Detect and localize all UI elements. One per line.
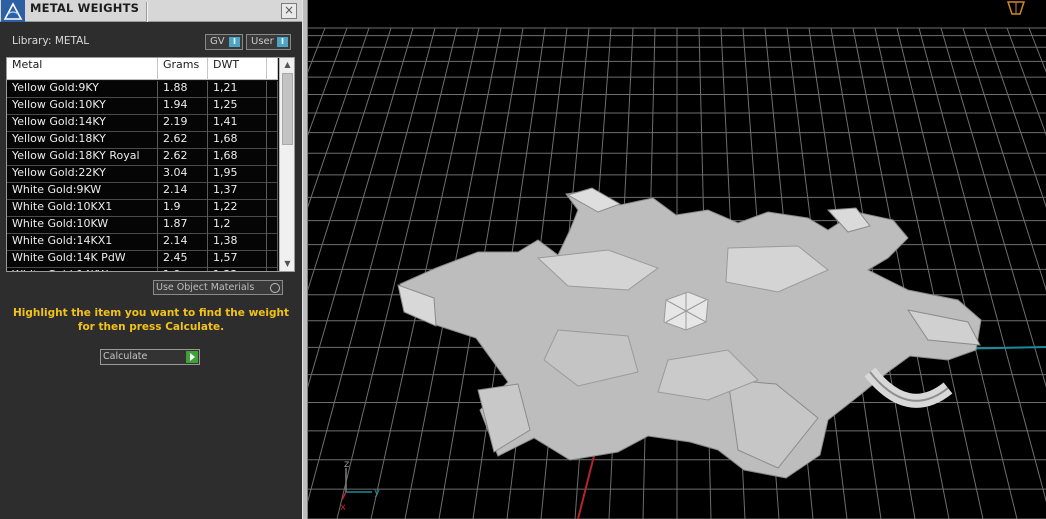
use-object-materials-option[interactable]: Use Object Materials xyxy=(153,280,283,295)
row-spacer-cell xyxy=(267,166,278,183)
x-axis-label: x xyxy=(340,502,346,513)
grams-cell: 1.87 xyxy=(158,217,208,234)
row-spacer-cell xyxy=(267,81,278,98)
gv-toggle[interactable]: GV I xyxy=(205,34,243,50)
dwt-cell: 1,68 xyxy=(208,132,267,149)
metal-cell: White Gold:10KX1 xyxy=(7,200,158,217)
3d-viewport[interactable]: z y x xyxy=(308,0,1046,519)
table-scrollbar[interactable]: ▲ ▼ xyxy=(279,58,294,271)
table-row[interactable]: White Gold:14KX1 2.14 1,38 xyxy=(7,234,278,251)
row-spacer-cell xyxy=(267,115,278,132)
row-spacer-cell xyxy=(267,98,278,115)
view-cube-icon[interactable] xyxy=(1006,1,1026,15)
dwt-cell: 1,57 xyxy=(208,251,267,268)
user-toggle-indicator-icon: I xyxy=(277,37,288,47)
scroll-thumb[interactable] xyxy=(282,73,293,145)
viewport-scene: z y x xyxy=(308,1,1046,519)
grams-cell: 1.94 xyxy=(158,98,208,115)
grams-cell: 2.19 xyxy=(158,115,208,132)
radio-icon[interactable] xyxy=(270,283,280,293)
dwt-cell: 1,95 xyxy=(208,166,267,183)
column-header-dwt[interactable]: DWT xyxy=(208,58,267,80)
table-row[interactable]: White Gold:10KW 1.87 1,2 xyxy=(7,217,278,234)
table-row[interactable]: Yellow Gold:10KY 1.94 1,25 xyxy=(7,98,278,115)
scroll-up-arrow-icon[interactable]: ▲ xyxy=(280,58,294,72)
row-spacer-cell xyxy=(267,268,278,271)
metal-cell: White Gold:9KW xyxy=(7,183,158,200)
z-axis-label: z xyxy=(344,459,349,470)
dwt-cell: 1,38 xyxy=(208,234,267,251)
gv-toggle-indicator-icon: I xyxy=(229,37,240,47)
grams-cell: 2.14 xyxy=(158,234,208,251)
column-header-metal[interactable]: Metal xyxy=(7,58,158,80)
titlebar-divider xyxy=(146,2,148,22)
grams-cell: 3.04 xyxy=(158,166,208,183)
row-spacer-cell xyxy=(267,149,278,166)
dwt-cell: 1,68 xyxy=(208,149,267,166)
dwt-cell: 1,21 xyxy=(208,81,267,98)
library-label: Library: METAL xyxy=(12,35,90,47)
grams-cell: 1.88 xyxy=(158,81,208,98)
metal-cell: Yellow Gold:10KY xyxy=(7,98,158,115)
row-spacer-cell xyxy=(267,200,278,217)
metal-cell: White Gold:14K PdW xyxy=(7,251,158,268)
scroll-down-arrow-icon[interactable]: ▼ xyxy=(280,257,294,271)
table-row[interactable]: White Gold:14K PdW 2.45 1,57 xyxy=(7,251,278,268)
table-row[interactable]: White Gold:9KW 2.14 1,37 xyxy=(7,183,278,200)
dwt-cell: 1,25 xyxy=(208,98,267,115)
dwt-cell: 1,22 xyxy=(208,200,267,217)
panel-title: METAL WEIGHTS xyxy=(30,1,140,15)
table-row[interactable]: Yellow Gold:18KY 2.62 1,68 xyxy=(7,132,278,149)
play-arrow-icon[interactable] xyxy=(186,351,198,363)
dwt-cell: 1,41 xyxy=(208,115,267,132)
column-header-grams[interactable]: Grams xyxy=(158,58,208,80)
metal-cell: White Gold:10KW xyxy=(7,217,158,234)
calculate-label: Calculate xyxy=(103,351,148,362)
dwt-cell: 1,22 xyxy=(208,268,267,271)
row-spacer-cell xyxy=(267,183,278,200)
grams-cell: 2.62 xyxy=(158,132,208,149)
grams-cell: 2.14 xyxy=(158,183,208,200)
metal-weights-panel: METAL WEIGHTS × Library: METAL GV I User… xyxy=(0,0,302,519)
row-spacer-cell xyxy=(267,217,278,234)
table-row[interactable]: Yellow Gold:22KY 3.04 1,95 xyxy=(7,166,278,183)
metal-cell: Yellow Gold:14KY xyxy=(7,115,158,132)
table-body: Yellow Gold:9KY 1.88 1,21 Yellow Gold:10KY 1… xyxy=(7,81,278,271)
row-spacer-cell xyxy=(267,251,278,268)
user-toggle-label: User xyxy=(251,36,274,47)
user-toggle[interactable]: User I xyxy=(246,34,291,50)
table-row[interactable]: Yellow Gold:18KY Royal 2.62 1,68 xyxy=(7,149,278,166)
gv-toggle-label: GV xyxy=(210,36,225,47)
calculate-button[interactable]: Calculate xyxy=(100,349,200,365)
table-header: Metal Grams DWT xyxy=(7,58,278,80)
dwt-cell: 1,37 xyxy=(208,183,267,200)
metal-cell: Yellow Gold:9KY xyxy=(7,81,158,98)
table-row[interactable]: White Gold:14KW1.91,22 xyxy=(7,268,278,271)
metal-cell: Yellow Gold:18KY xyxy=(7,132,158,149)
metal-table: Metal Grams DWT Yellow Gold:9KY 1.88 1,21 Y… xyxy=(6,57,295,272)
grams-cell: 2.62 xyxy=(158,149,208,166)
y-axis-label: y xyxy=(374,487,380,498)
column-header-spacer xyxy=(267,58,278,80)
grams-cell: 2.45 xyxy=(158,251,208,268)
use-object-materials-label: Use Object Materials xyxy=(156,282,255,293)
instruction-text: Highlight the item you want to find the … xyxy=(13,307,289,333)
row-spacer-cell xyxy=(267,132,278,149)
metal-cell: White Gold:14KW xyxy=(7,268,158,271)
table-row[interactable]: Yellow Gold:9KY 1.88 1,21 xyxy=(7,81,278,98)
metal-cell: Yellow Gold:18KY Royal xyxy=(7,149,158,166)
row-spacer-cell xyxy=(267,234,278,251)
metal-cell: Yellow Gold:22KY xyxy=(7,166,158,183)
grams-cell: 1.9 xyxy=(158,268,208,271)
grams-cell: 1.9 xyxy=(158,200,208,217)
table-row[interactable]: White Gold:10KX1 1.9 1,22 xyxy=(7,200,278,217)
dwt-cell: 1,2 xyxy=(208,217,267,234)
metal-cell: White Gold:14KX1 xyxy=(7,234,158,251)
app-logo-icon xyxy=(1,0,25,22)
panel-titlebar[interactable]: METAL WEIGHTS × xyxy=(0,0,302,22)
close-button[interactable]: × xyxy=(281,3,297,19)
table-row[interactable]: Yellow Gold:14KY 2.19 1,41 xyxy=(7,115,278,132)
